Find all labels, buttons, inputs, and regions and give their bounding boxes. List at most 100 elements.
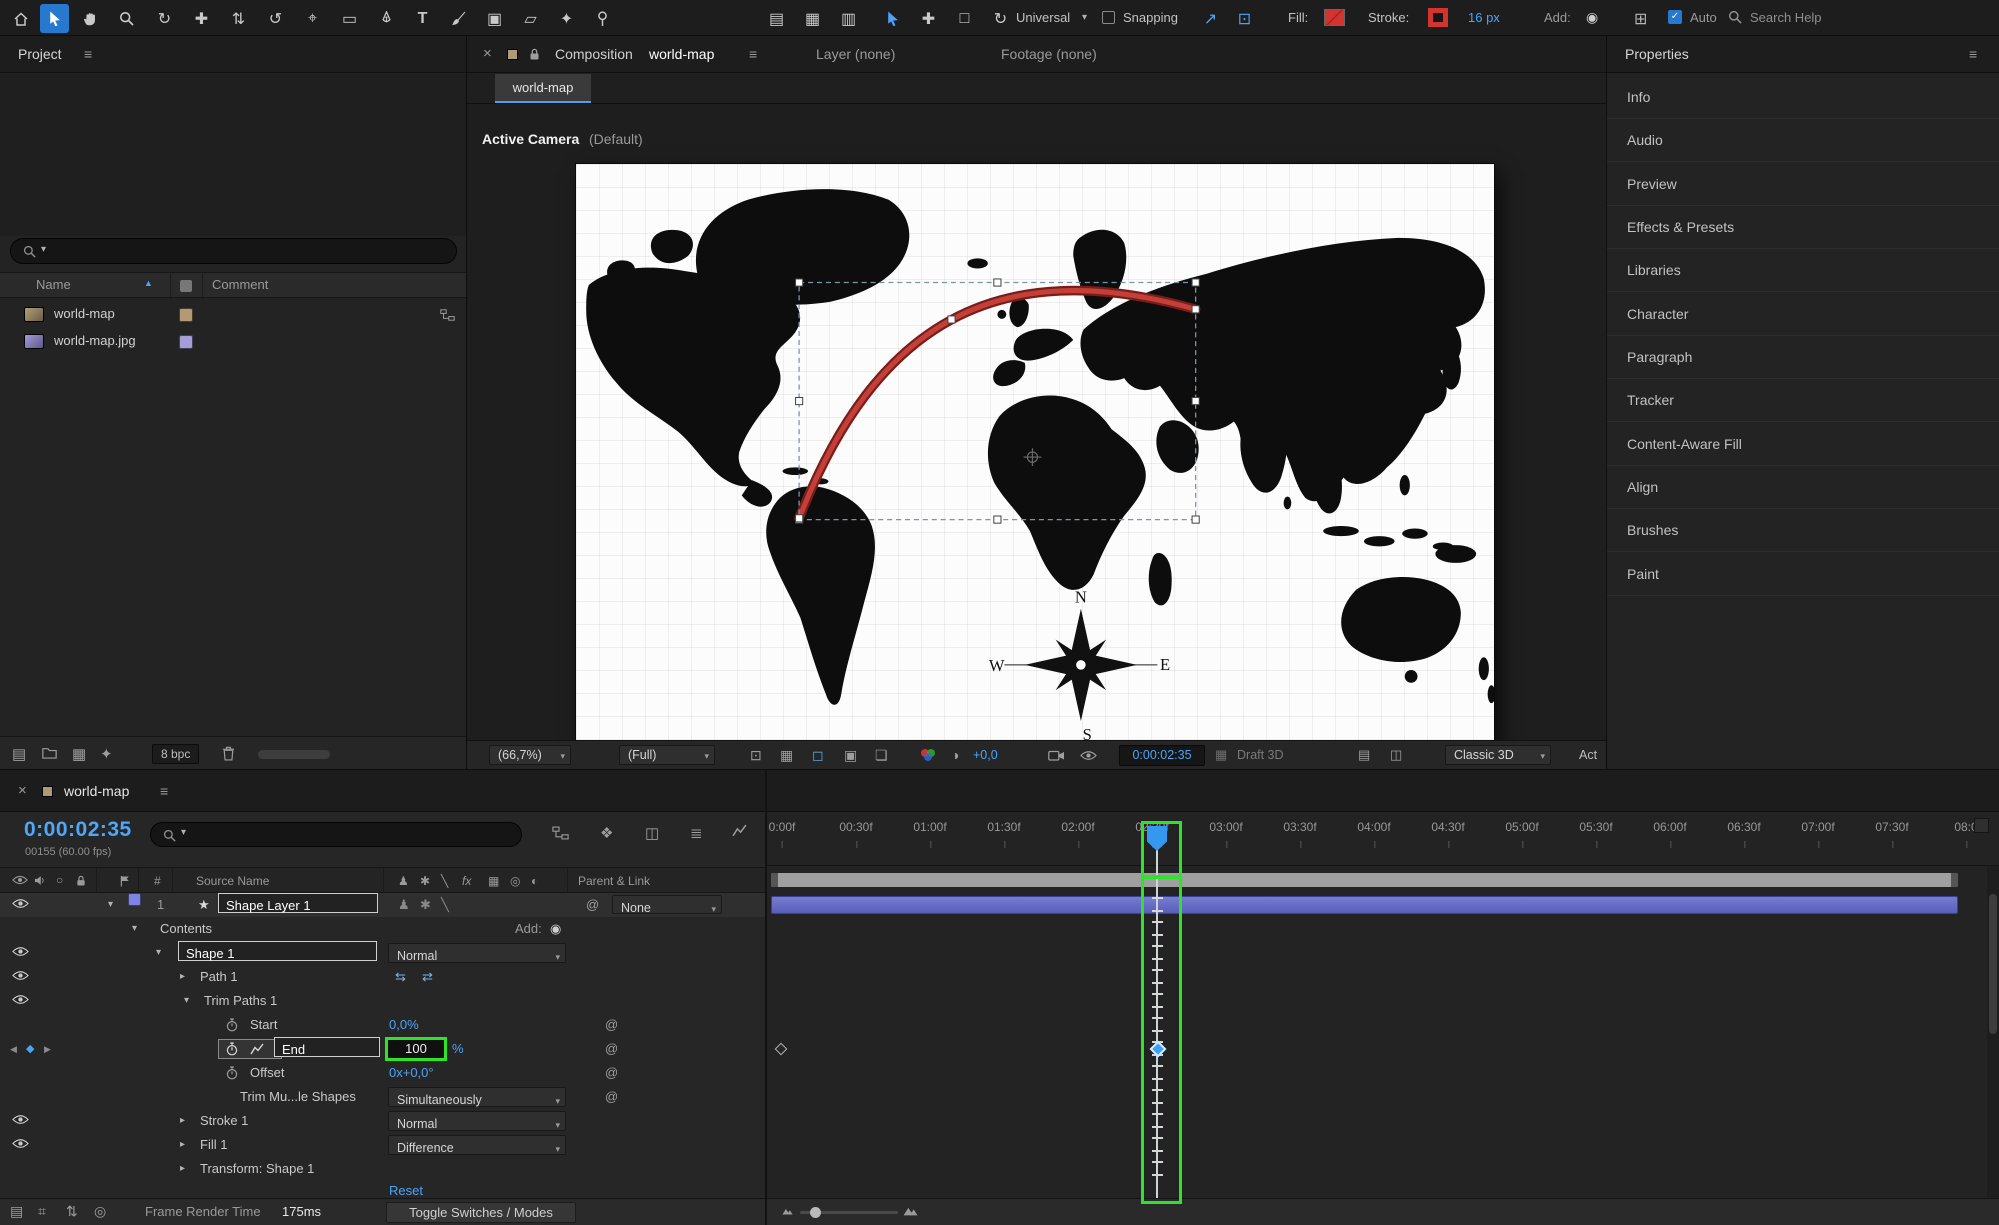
panel-menu-icon[interactable]: ≡ [160,783,168,799]
interpret-footage-icon[interactable]: ▤ [12,745,26,763]
show-snapshot-icon[interactable] [1080,750,1097,761]
project-panel-title[interactable]: Project [18,46,62,62]
property-label[interactable]: Offset [250,1061,284,1085]
search-help-input[interactable]: Search Help [1750,10,1822,25]
contents-row[interactable]: ▾ Contents Add: ◉ [0,917,765,941]
chevron-right-icon[interactable]: ▸ [180,1133,185,1157]
gizmo-scale-icon[interactable]: □ [950,4,979,33]
scrollbar-thumb[interactable] [1989,894,1997,1034]
rotation-tool-icon[interactable]: ↺ [261,4,290,33]
selection-tool-icon[interactable] [40,4,69,33]
doc-tab[interactable]: world-map [495,74,591,103]
view-axis-mode-icon[interactable]: ▥ [834,4,863,33]
path-widget-icon[interactable]: ⇆ [395,965,406,989]
current-time-display[interactable]: 0:00:02:35 [24,818,132,842]
fill-swatch[interactable] [1324,9,1345,26]
graph-editor-icon[interactable] [732,824,747,837]
eye-icon[interactable] [12,1138,29,1149]
fill-blend-dropdown[interactable]: Difference▾ [388,1135,566,1155]
parent-pickwhip-icon[interactable]: @ [586,893,599,917]
frame-blend-column-icon[interactable]: ▦ [488,874,499,888]
eye-icon[interactable] [12,970,29,981]
project-row[interactable]: world-map.jpg [0,329,467,356]
local-axis-mode-icon[interactable]: ▤ [762,4,791,33]
draft-toggle-icon[interactable]: ❖ [600,824,613,842]
world-axis-mode-icon[interactable]: ▦ [798,4,827,33]
chevron-right-icon[interactable]: ▸ [180,965,185,989]
comp-marker-button[interactable] [1974,818,1989,833]
properties-item-content-aware-fill[interactable]: Content-Aware Fill [1607,423,1999,466]
path-widget-icon[interactable]: ⇄ [422,965,433,989]
dolly-camera-tool-icon[interactable]: ⇅ [224,4,253,33]
start-property-row[interactable]: Start 0,0% @ [0,1013,765,1037]
view-layout-icon[interactable]: ▤ [1358,747,1370,763]
hand-tool-icon[interactable] [76,4,105,33]
motion-blur-icon[interactable]: ≣ [690,824,703,842]
eye-icon[interactable] [12,946,29,957]
gizmo-rotate-icon[interactable]: ↻ [986,4,1015,33]
3d-column-icon[interactable]: ◐ [531,874,538,888]
tab-composition[interactable]: Composition [555,46,633,62]
property-group-label[interactable]: Transform: Shape 1 [200,1157,314,1181]
auto-checkbox[interactable]: ✓ [1668,10,1682,24]
panel-menu-icon[interactable]: ≡ [84,46,92,62]
magnification-dropdown[interactable]: (66,7%)▾ [489,745,571,765]
add-button-icon[interactable]: ◉ [550,917,561,941]
audio-column-icon[interactable] [34,875,45,886]
new-composition-icon[interactable]: ▦ [72,745,86,763]
pan-camera-tool-icon[interactable]: ✚ [187,4,216,33]
parent-link-column[interactable]: Parent & Link [578,874,650,888]
workspace-icon[interactable]: ⊞ [1634,9,1647,29]
offset-property-row[interactable]: Offset 0x+0,0° @ [0,1061,765,1085]
eye-column-icon[interactable] [12,875,28,885]
gizmo-position-icon[interactable]: ✚ [914,4,943,33]
work-area-end-handle[interactable] [1951,873,1958,887]
group-label[interactable]: Contents [160,917,212,941]
chevron-right-icon[interactable]: ▸ [180,1157,185,1181]
property-value[interactable]: 0x+0,0° [389,1061,434,1085]
pan-behind-tool-icon[interactable]: ⌖ [298,4,327,33]
eye-icon[interactable] [12,994,29,1005]
eye-icon[interactable] [12,898,29,909]
draft-3d-toggle[interactable]: Draft 3D [1237,748,1284,762]
new-folder-icon[interactable] [42,747,57,759]
type-tool-icon[interactable]: T [408,4,437,33]
label-color-swatch[interactable] [179,308,193,322]
quality-column-icon[interactable]: ╲ [441,874,448,888]
clone-stamp-tool-icon[interactable]: ▣ [480,4,509,33]
stroke-row[interactable]: ▸ Stroke 1 Normal▾ [0,1109,765,1133]
properties-item-align[interactable]: Align [1607,466,1999,509]
properties-item-tracker[interactable]: Tracker [1607,379,1999,422]
vertical-scrollbar[interactable] [1987,866,1999,1198]
project-search-input[interactable]: ▾ [10,238,457,264]
properties-item-audio[interactable]: Audio [1607,119,1999,162]
properties-item-libraries[interactable]: Libraries [1607,249,1999,292]
collapse-toggle-icon[interactable]: ✱ [420,893,431,917]
shape-group-row[interactable]: ▾ Shape 1 Normal▾ [0,941,765,965]
trash-icon[interactable] [222,746,235,761]
label-column-icon[interactable] [180,280,192,292]
blend-mode-dropdown[interactable]: Normal▾ [388,943,566,963]
expand-layers-icon[interactable]: ▤ [10,1203,23,1220]
puppet-pin-tool-icon[interactable] [588,4,617,33]
chevron-down-icon[interactable]: ▾ [1082,12,1087,23]
next-keyframe-icon[interactable]: ▶ [44,1037,51,1061]
properties-item-preview[interactable]: Preview [1607,163,1999,206]
property-group-label[interactable]: Stroke 1 [200,1109,248,1133]
sort-asc-icon[interactable]: ▲ [144,278,153,288]
stroke-blend-dropdown[interactable]: Normal▾ [388,1111,566,1131]
chevron-down-icon[interactable]: ▾ [132,917,137,941]
current-time-field[interactable]: 0:00:02:35 [1119,745,1205,766]
layer-duration-bar[interactable] [771,896,1958,914]
path-row[interactable]: ▸ Path 1 ⇆ ⇄ [0,965,765,989]
properties-panel-title[interactable]: Properties [1625,46,1689,62]
column-name[interactable]: Name [36,277,71,292]
lock-column-icon[interactable] [76,875,86,887]
flowchart-icon[interactable] [440,309,455,321]
mask-visibility-icon[interactable]: ◻ [812,747,824,764]
chevron-down-icon[interactable]: ▾ [156,941,161,965]
safe-areas-icon[interactable]: ⊡ [750,747,762,764]
renderer-dropdown[interactable]: Classic 3D▾ [1445,745,1551,765]
eraser-tool-icon[interactable]: ▱ [516,4,545,33]
shape-tool-icon[interactable]: ▭ [335,4,364,33]
